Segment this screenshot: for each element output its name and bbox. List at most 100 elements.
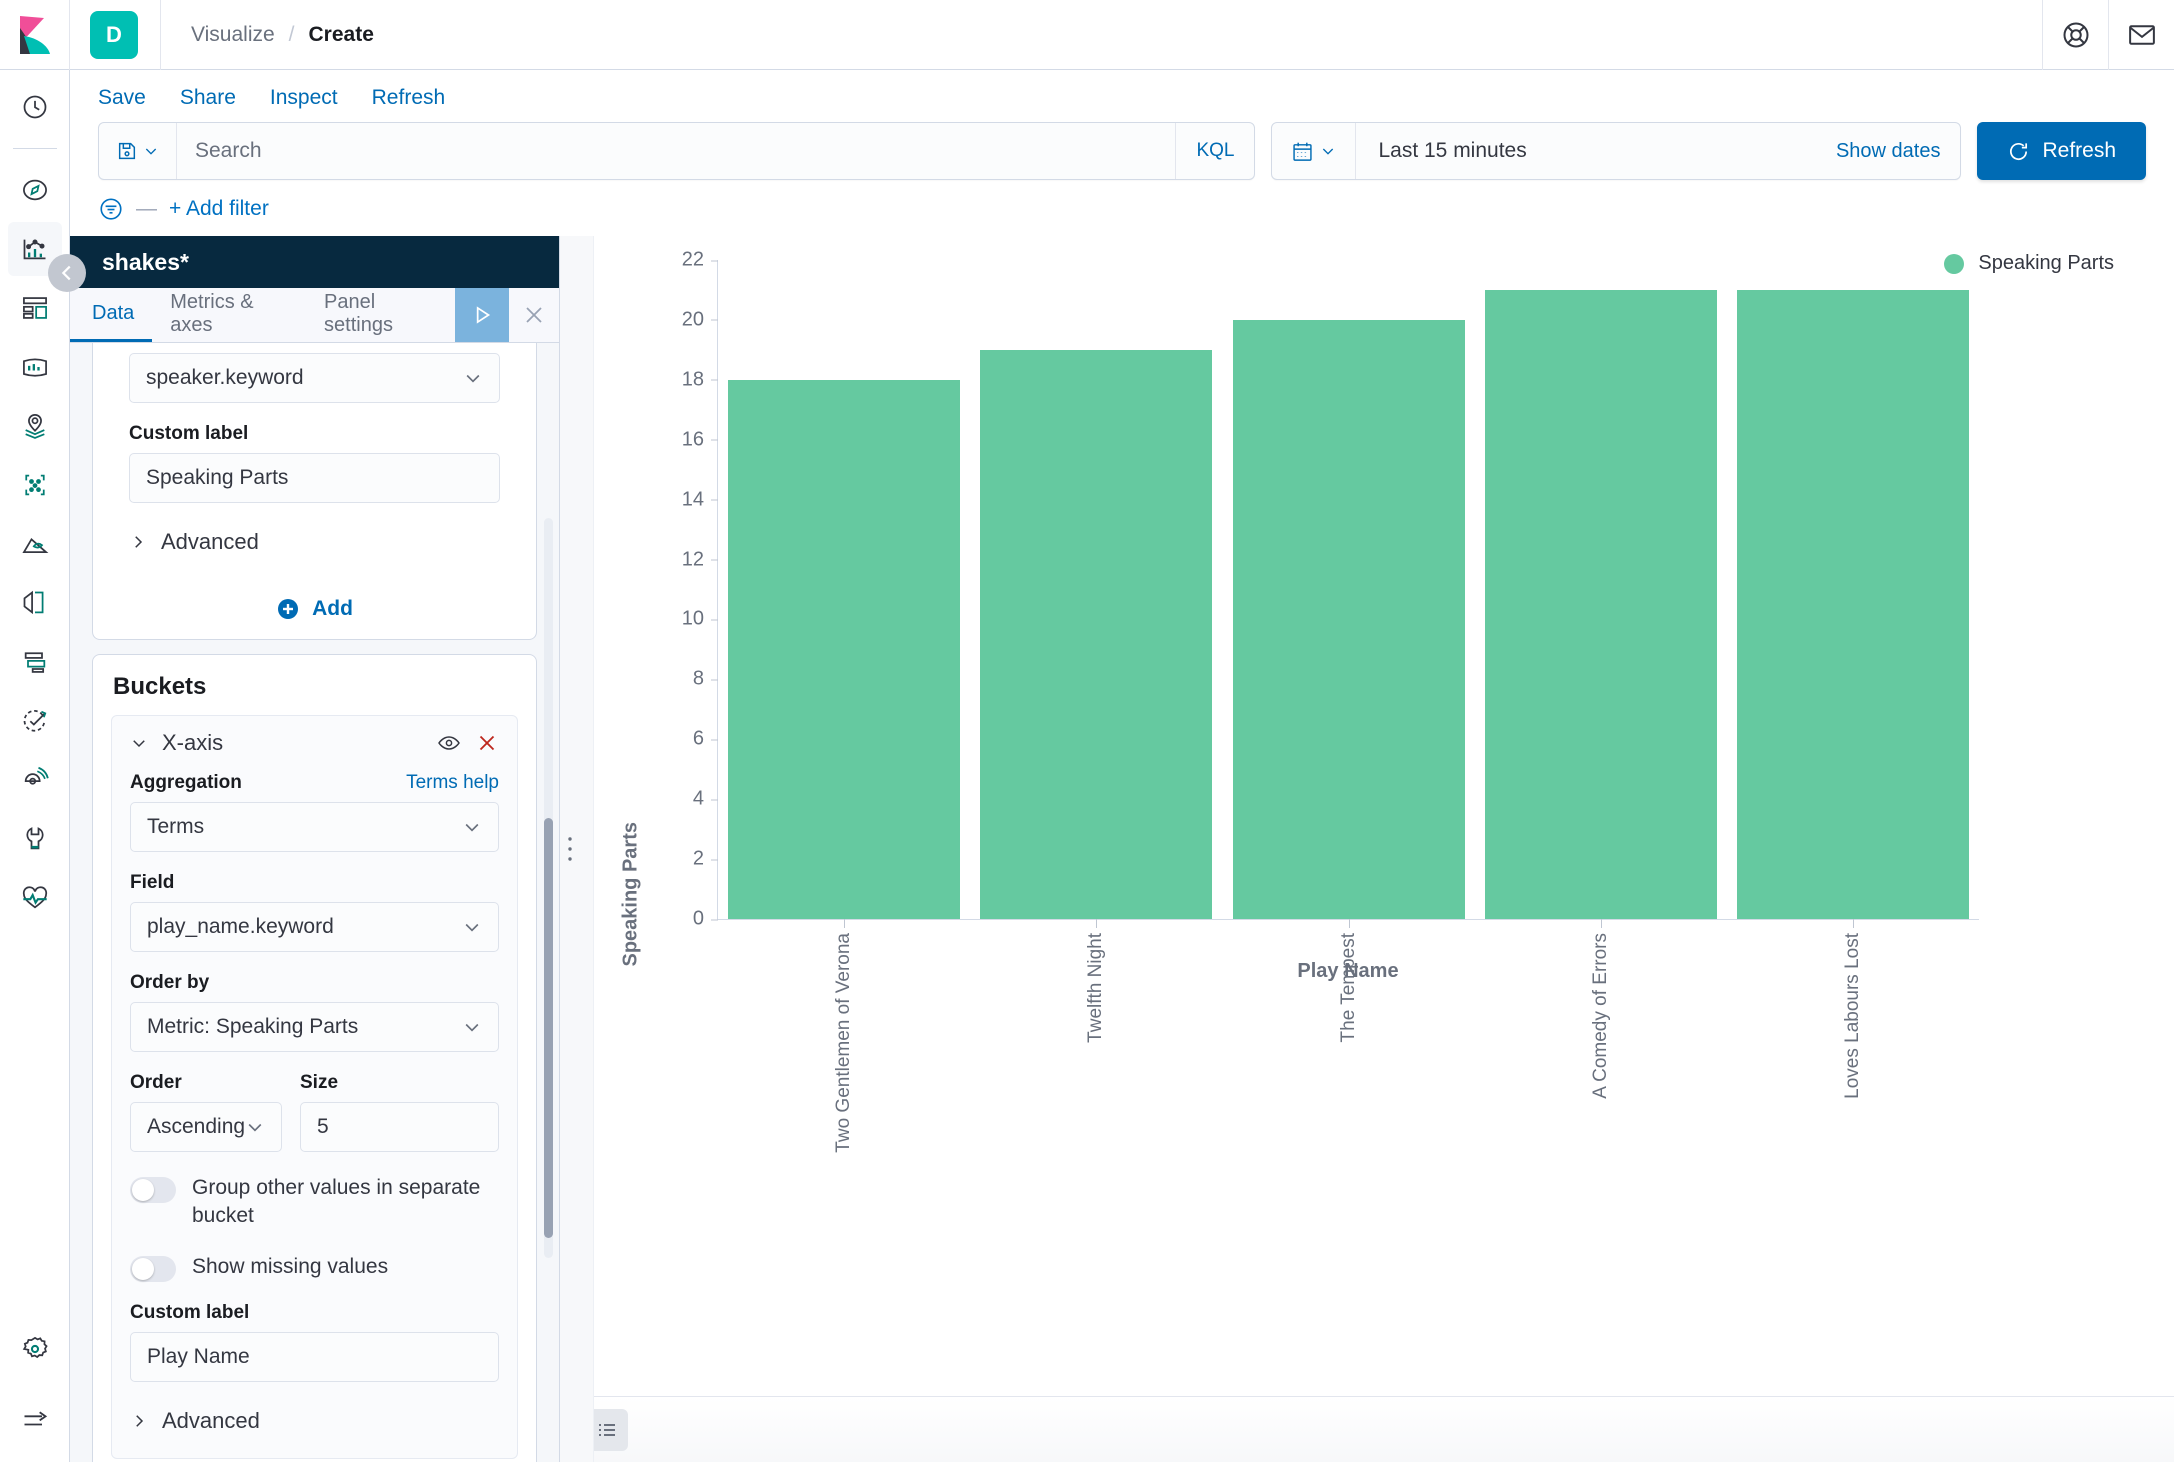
- add-filter-button[interactable]: + Add filter: [169, 197, 269, 221]
- sidebar-item-maps[interactable]: [8, 399, 62, 453]
- metric-custom-label-input[interactable]: Speaking Parts: [129, 453, 500, 503]
- x-axis-bucket-header[interactable]: X-axis: [130, 730, 499, 756]
- sidebar-item-monitoring[interactable]: [8, 871, 62, 925]
- sidebar-item-dashboard[interactable]: [8, 281, 62, 335]
- sidebar-item-management[interactable]: [8, 1322, 62, 1376]
- close-x-icon: [526, 307, 542, 323]
- bar-slot: [970, 260, 1222, 919]
- tab-data[interactable]: Data: [70, 288, 153, 342]
- bucket-custom-label-input[interactable]: Play Name: [130, 1331, 499, 1382]
- visualization-area: Speaking Parts Speaking Parts 0 2 4 6 8 10 12 1…: [560, 236, 2174, 1462]
- visualization-footer: [560, 1396, 2174, 1462]
- editor-scrollbar[interactable]: [544, 518, 553, 1258]
- plus-circle-icon: [278, 599, 299, 619]
- chevron-down-icon: [466, 374, 480, 383]
- breadcrumb: Visualize / Create: [191, 23, 374, 47]
- terms-help-link[interactable]: Terms help: [406, 772, 499, 794]
- collapse-panel-icon[interactable]: [48, 254, 86, 292]
- y-axis-tick: 22: [682, 249, 719, 272]
- sidebar-item-machine-learning[interactable]: [8, 458, 62, 512]
- filter-bar: — + Add filter: [70, 180, 2174, 236]
- index-pattern-title: shakes*: [70, 236, 559, 288]
- bar[interactable]: [1484, 289, 1717, 919]
- y-axis-tick: 10: [682, 608, 719, 631]
- tab-metrics-axes[interactable]: Metrics & axes: [152, 288, 306, 342]
- show-missing-values-row[interactable]: Show missing values: [130, 1253, 499, 1282]
- bar-slot: [718, 260, 970, 919]
- breadcrumb-visualize[interactable]: Visualize: [191, 23, 275, 47]
- eye-toggle-icon[interactable]: [437, 731, 461, 755]
- order-label: Order: [130, 1072, 182, 1093]
- sidebar-item-recently-viewed[interactable]: [8, 80, 62, 134]
- mail-icon[interactable]: [2108, 0, 2174, 70]
- sidebar-item-dev-tools[interactable]: [8, 812, 62, 866]
- nav-collapse-icon[interactable]: [8, 1394, 62, 1448]
- tab-panel-settings[interactable]: Panel settings: [306, 288, 455, 342]
- editor-scrollbar-thumb[interactable]: [544, 818, 553, 1238]
- share-button[interactable]: Share: [180, 86, 236, 110]
- x-axis-bucket-label: X-axis: [162, 730, 224, 755]
- inspect-button[interactable]: Inspect: [270, 86, 338, 110]
- bar[interactable]: [1232, 319, 1465, 919]
- group-other-values-row[interactable]: Group other values in separate bucket: [130, 1174, 499, 1231]
- date-range-value[interactable]: Last 15 minutes: [1356, 123, 1815, 179]
- remove-x-icon[interactable]: [475, 731, 499, 755]
- chevron-down-icon: [465, 823, 479, 832]
- aggregation-select[interactable]: Terms: [130, 802, 499, 852]
- close-editor-button[interactable]: [509, 288, 559, 342]
- bucket-advanced-accordion[interactable]: Advanced: [130, 1402, 499, 1440]
- order-by-value: Metric: Speaking Parts: [147, 1015, 359, 1038]
- chevron-right-icon: [135, 536, 143, 548]
- sidebar-item-siem[interactable]: [8, 753, 62, 807]
- group-other-values-toggle[interactable]: [130, 1177, 176, 1203]
- bar[interactable]: [980, 349, 1213, 919]
- chevron-down-icon: [465, 1023, 479, 1032]
- sidebar-item-canvas[interactable]: [8, 340, 62, 394]
- search-input[interactable]: [177, 123, 1176, 179]
- x-axis-tick-mark: [1096, 919, 1098, 928]
- filter-settings-icon[interactable]: [98, 196, 124, 222]
- space-avatar[interactable]: D: [90, 10, 138, 59]
- sidebar-item-discover[interactable]: [8, 163, 62, 217]
- bar[interactable]: [1736, 289, 1969, 919]
- calendar-icon[interactable]: [1272, 123, 1357, 179]
- order-select[interactable]: Ascending: [130, 1102, 282, 1152]
- resize-grip-icon[interactable]: [559, 829, 581, 869]
- metric-field-select[interactable]: speaker.keyword: [129, 353, 500, 403]
- bar[interactable]: [728, 379, 961, 919]
- chevron-right-icon: [136, 1414, 144, 1427]
- chevron-down-icon: [465, 923, 479, 932]
- metric-custom-label-title: Custom label: [129, 423, 249, 444]
- bucket-field-select[interactable]: play_name.keyword: [130, 902, 499, 952]
- bucket-advanced-label: Advanced: [162, 1407, 260, 1433]
- apply-changes-button[interactable]: [454, 288, 509, 342]
- sidebar-item-uptime[interactable]: [8, 694, 62, 748]
- search-bar: KQL: [98, 122, 1256, 180]
- add-metric-button[interactable]: Add: [93, 579, 536, 625]
- sidebar-item-logs[interactable]: [8, 576, 62, 630]
- refresh-menu-button[interactable]: Refresh: [372, 86, 446, 110]
- editor-scroll-area: speaker.keyword Custom label Speaking Pa…: [70, 343, 559, 1462]
- editor-visualization-split: shakes* Data Metrics & axes Panel settin…: [48, 236, 2174, 1462]
- x-axis-tick-mark: [844, 919, 846, 928]
- order-by-select[interactable]: Metric: Speaking Parts: [130, 1002, 499, 1052]
- sidebar-item-infrastructure[interactable]: [8, 517, 62, 571]
- x-axis-tick-mark: [1600, 919, 1602, 928]
- saved-query-button[interactable]: [99, 123, 177, 179]
- kibana-logo-icon[interactable]: [0, 0, 70, 70]
- size-input[interactable]: 5: [300, 1102, 499, 1152]
- metric-field-value: speaker.keyword: [146, 366, 304, 389]
- sidebar-item-apm[interactable]: [8, 635, 62, 689]
- x-axis-tick-label: Twelfth Night: [1085, 933, 1107, 1043]
- metric-advanced-label: Advanced: [161, 529, 259, 554]
- help-lifebuoy-icon[interactable]: [2042, 0, 2108, 70]
- query-language-badge[interactable]: KQL: [1175, 123, 1254, 179]
- x-axis-bucket-card: X-axis Aggregation Terms help Terms Fiel…: [111, 715, 518, 1459]
- show-missing-values-toggle[interactable]: [130, 1255, 176, 1282]
- metric-advanced-accordion[interactable]: Advanced: [129, 523, 500, 561]
- save-button[interactable]: Save: [98, 86, 146, 110]
- refresh-button[interactable]: Refresh: [1977, 122, 2146, 180]
- show-dates-button[interactable]: Show dates: [1816, 123, 1961, 179]
